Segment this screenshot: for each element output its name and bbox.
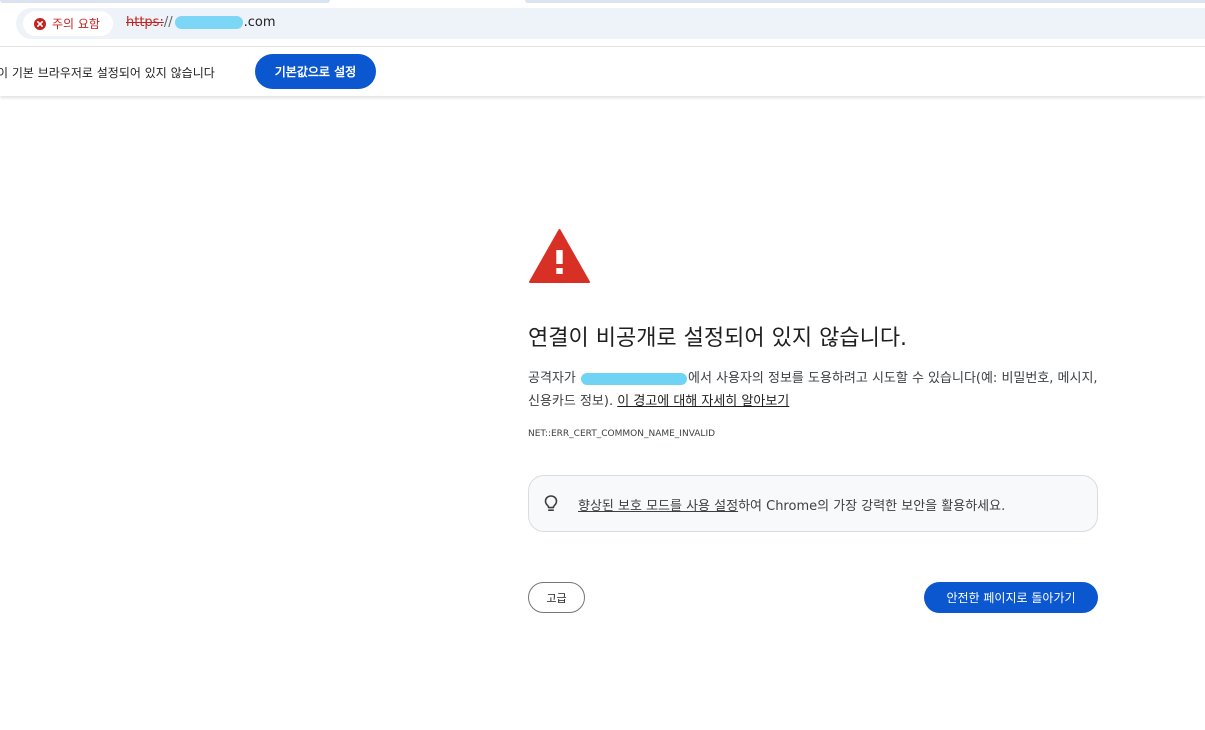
- browser-toolbar: 주의 요함 https:// .com: [0, 0, 1205, 46]
- error-code: NET::ERR_CERT_COMMON_NAME_INVALID: [528, 429, 716, 439]
- tab-strip: [0, 0, 1205, 4]
- default-browser-infobar: 이 기본 브라우저로 설정되어 있지 않습니다 기본값으로 설정: [0, 46, 1205, 96]
- promo-trailing-text: 하여 Chrome의 가장 강력한 보안을 활용하세요.: [738, 499, 1006, 514]
- warning-triangle-icon: [529, 229, 590, 283]
- set-default-button[interactable]: 기본값으로 설정: [255, 54, 376, 89]
- promo-text: 향상된 보호 모드를 사용 설정하여 Chrome의 가장 강력한 보안을 활용…: [578, 495, 1005, 514]
- redacted-hostname: [580, 372, 687, 385]
- error-x-icon: [34, 17, 46, 30]
- advanced-button[interactable]: 고급: [528, 582, 585, 613]
- tab-right-edge[interactable]: [525, 0, 1205, 3]
- url-text[interactable]: https:// .com: [126, 15, 276, 30]
- address-bar[interactable]: 주의 요함 https:// .com: [16, 8, 1205, 39]
- security-chip[interactable]: 주의 요함: [23, 11, 113, 36]
- enhanced-protection-link[interactable]: 향상된 보호 모드를 사용 설정: [578, 499, 738, 514]
- page-title: 연결이 비공개로 설정되어 있지 않습니다.: [528, 326, 908, 351]
- url-tld: .com: [243, 15, 276, 30]
- redacted-hostname: [174, 16, 243, 29]
- lightbulb-icon: [544, 495, 558, 511]
- back-to-safety-button[interactable]: 안전한 페이지로 돌아가기: [924, 582, 1098, 613]
- infobar-message: 이 기본 브라우저로 설정되어 있지 않습니다: [0, 66, 215, 80]
- tab-left-edge[interactable]: [0, 0, 330, 3]
- learn-more-link[interactable]: 이 경고에 대해 자세히 알아보기: [617, 394, 789, 409]
- enhanced-protection-promo: 향상된 보호 모드를 사용 설정하여 Chrome의 가장 강력한 보안을 활용…: [528, 475, 1098, 532]
- description-prefix: 공격자가: [528, 371, 580, 386]
- url-scheme: https:: [126, 15, 164, 30]
- security-chip-label: 주의 요함: [52, 17, 100, 31]
- url-separator: //: [163, 15, 173, 30]
- error-description: 공격자가 에서 사용자의 정보를 도용하려고 시도할 수 있습니다(예: 비밀번…: [528, 367, 1103, 413]
